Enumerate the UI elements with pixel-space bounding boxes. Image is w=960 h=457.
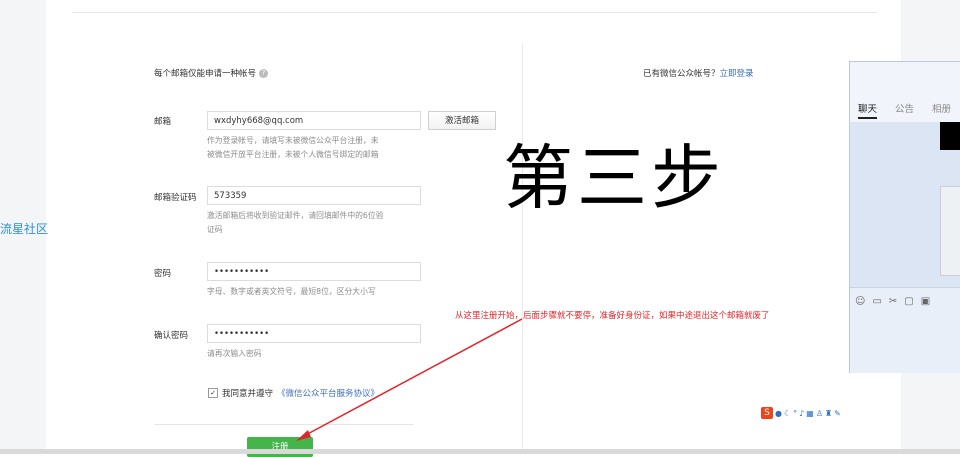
ime-shirt-icon[interactable]: ♜	[825, 409, 832, 418]
chat-input-area[interactable]: ☺ ▭ ✂ ▢ ▣	[850, 287, 960, 373]
chat-toolbar: ☺ ▭ ✂ ▢ ▣	[855, 296, 930, 307]
chat-panel: 聊天 公告 相册 ☺ ▭ ✂ ▢ ▣	[849, 61, 960, 373]
ime-tool-icon[interactable]: ✎	[834, 409, 841, 418]
emoji-icon[interactable]: ☺	[855, 296, 865, 307]
ime-toolbar: S ● ☾ ° ♪ ▦ ♙ ♜ ✎	[761, 407, 841, 419]
folder-icon[interactable]: ▢	[904, 296, 913, 307]
chat-tabs: 聊天 公告 相册	[850, 62, 960, 122]
ime-chinese-icon[interactable]: ●	[775, 409, 782, 418]
ime-mic-icon[interactable]: ♪	[799, 409, 804, 418]
tab-chat[interactable]: 聊天	[858, 101, 878, 119]
image-icon[interactable]: ▣	[921, 296, 930, 307]
ime-punctuation-icon[interactable]: °	[793, 409, 797, 418]
ime-user-icon[interactable]: ♙	[816, 409, 823, 418]
chat-member-list	[940, 186, 960, 276]
window-bottom-edge	[0, 449, 960, 454]
tab-notice[interactable]: 公告	[895, 101, 914, 115]
chat-preview-image	[940, 122, 960, 150]
ime-keyboard-icon[interactable]: ▦	[806, 409, 814, 418]
scissors-icon[interactable]: ✂	[889, 296, 897, 307]
sogou-logo-icon[interactable]: S	[761, 407, 773, 419]
tab-album[interactable]: 相册	[932, 101, 951, 115]
ime-moon-icon[interactable]: ☾	[784, 409, 791, 418]
gif-icon[interactable]: ▭	[872, 296, 881, 307]
annotation-arrow	[296, 318, 523, 441]
